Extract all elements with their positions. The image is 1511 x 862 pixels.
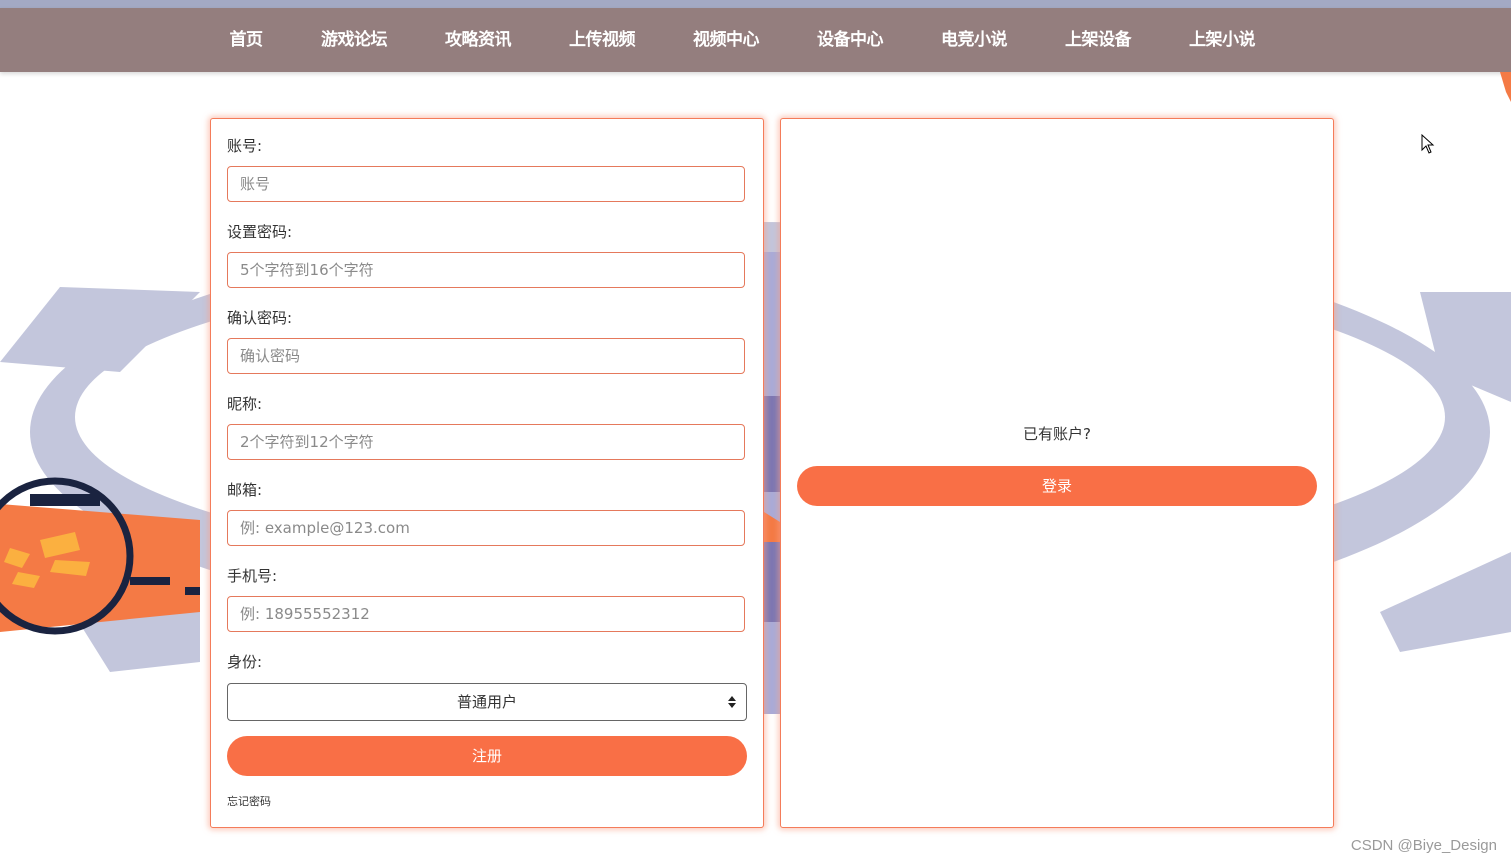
phone-input[interactable]: [227, 596, 745, 632]
account-label: 账号:: [227, 137, 263, 155]
login-button[interactable]: 登录: [797, 466, 1317, 506]
nav-item-device-center[interactable]: 设备中心: [795, 8, 905, 72]
nav-item-home[interactable]: 首页: [191, 8, 301, 72]
mouse-cursor-icon: [1421, 134, 1435, 154]
nickname-input[interactable]: [227, 424, 745, 460]
top-strip: [0, 0, 1511, 8]
confirm-password-input[interactable]: [227, 338, 745, 374]
password-input[interactable]: [227, 252, 745, 288]
account-input[interactable]: [227, 166, 745, 202]
register-button[interactable]: 注册: [227, 736, 747, 776]
confirm-password-label: 确认密码:: [227, 309, 293, 327]
nav-item-video-center[interactable]: 视频中心: [671, 8, 781, 72]
nickname-label: 昵称:: [227, 395, 263, 413]
nav-item-guides-news[interactable]: 攻略资讯: [423, 8, 533, 72]
login-panel: 已有账户? 登录: [780, 118, 1334, 828]
nav-item-game-forum[interactable]: 游戏论坛: [299, 8, 409, 72]
watermark: CSDN @Biye_Design: [1350, 837, 1497, 854]
phone-label: 手机号:: [227, 567, 278, 585]
nav-item-upload-video[interactable]: 上传视频: [547, 8, 657, 72]
role-select-value: 普通用户: [456, 693, 517, 711]
nav-item-list-device[interactable]: 上架设备: [1043, 8, 1153, 72]
email-input[interactable]: [227, 510, 745, 546]
main-navbar: 首页 游戏论坛 攻略资讯 上传视频 视频中心 设备中心 电竞小说 上架设备 上架…: [0, 8, 1511, 72]
nav-item-esports-novels[interactable]: 电竞小说: [919, 8, 1029, 72]
password-label: 设置密码:: [227, 223, 293, 241]
nav-item-list-novel[interactable]: 上架小说: [1167, 8, 1277, 72]
register-panel: 账号: 设置密码: 确认密码: 昵称: 邮箱: 手机号: 身份: 普通用户 注册…: [210, 118, 764, 828]
select-arrows-icon: [728, 696, 736, 708]
email-label: 邮箱:: [227, 481, 263, 499]
role-select[interactable]: 普通用户: [227, 683, 747, 721]
role-label: 身份:: [227, 653, 263, 671]
forgot-password-link[interactable]: 忘记密码: [227, 793, 271, 809]
have-account-prompt: 已有账户?: [1023, 425, 1091, 443]
